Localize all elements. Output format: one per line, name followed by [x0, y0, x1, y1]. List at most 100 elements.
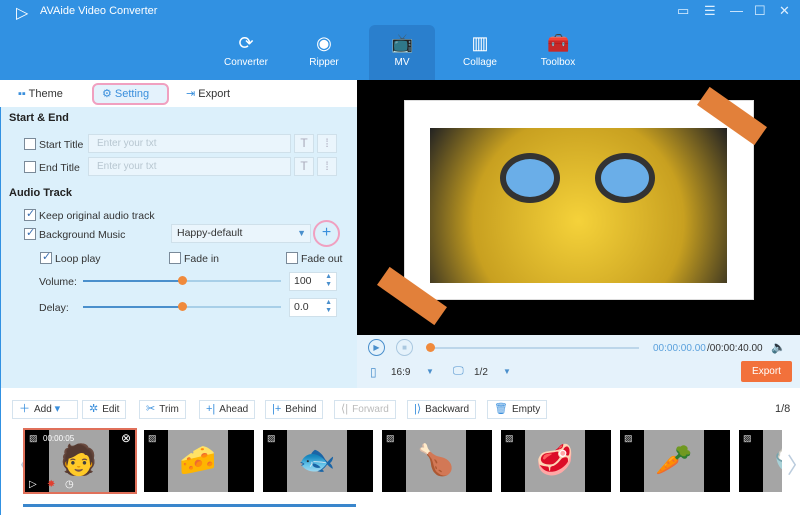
start-title-input[interactable]: Enter your txt: [88, 134, 291, 153]
button-label: Edit: [102, 404, 120, 415]
button-label: Backward: [425, 404, 470, 415]
image-icon: ▨: [624, 433, 633, 443]
backward-button[interactable]: |⟩ Backward: [407, 400, 477, 419]
export-button[interactable]: Export: [741, 361, 792, 382]
volume-stepper[interactable]: 100 ▲ ▼: [289, 272, 337, 291]
position-icon[interactable]: ⁞: [317, 157, 337, 176]
stepper-arrows-icon[interactable]: ▲ ▼: [325, 273, 332, 289]
text-style-icon[interactable]: T: [294, 157, 314, 176]
button-label: Trim: [159, 404, 179, 415]
volume-label: Volume:: [39, 276, 77, 288]
trash-icon: 🗑: [494, 403, 508, 415]
clock-icon[interactable]: ◷: [65, 479, 74, 490]
timeline-scrollbar[interactable]: [23, 504, 356, 507]
button-label: Forward: [352, 404, 389, 415]
image-icon: ▨: [743, 433, 752, 443]
text-style-icon[interactable]: T: [294, 134, 314, 153]
music-select[interactable]: Happy-default ▼: [171, 224, 311, 243]
clip-thumbnail[interactable]: 🐟 ▨: [263, 430, 373, 492]
glasses-right: [595, 153, 655, 203]
empty-button[interactable]: 🗑 Empty: [487, 400, 548, 419]
minimize-icon[interactable]: —: [730, 3, 743, 18]
keep-original-checkbox[interactable]: [24, 207, 36, 221]
delay-slider[interactable]: [83, 302, 281, 311]
fade-out-label: Fade out: [301, 253, 343, 265]
forward-icon: ⟨|: [341, 403, 349, 415]
panel-tabs: ▪▪ Theme ⚙ Setting ⇥ Export: [0, 80, 357, 107]
edit-button[interactable]: ✲ Edit: [82, 400, 127, 419]
end-title-checkbox[interactable]: [24, 161, 36, 173]
page-indicator: 1/8: [775, 403, 791, 415]
tab-label: Setting: [114, 88, 150, 100]
behind-button[interactable]: |+ Behind: [265, 400, 324, 419]
app-logo-icon: ▷: [16, 5, 29, 22]
effect-icon[interactable]: ✸: [47, 479, 55, 490]
background-music-checkbox[interactable]: [24, 226, 36, 240]
aspect-ratio-dropdown-icon[interactable]: ▼: [426, 367, 434, 376]
image-icon: ▨: [505, 433, 514, 443]
background-music-label: Background Music: [39, 229, 126, 241]
screen-dropdown-icon[interactable]: ▼: [503, 367, 511, 376]
nav-toolbox[interactable]: 🧰 Toolbox: [525, 25, 591, 80]
tab-export[interactable]: ⇥ Export: [178, 83, 238, 105]
button-label: Ahead: [219, 404, 249, 415]
end-title-input[interactable]: Enter your txt: [88, 157, 291, 176]
fade-out-checkbox[interactable]: [286, 252, 298, 264]
clip-image: 🍚: [763, 430, 782, 492]
clip-thumbnail[interactable]: 🥕 ▨: [620, 430, 730, 492]
seek-handle[interactable]: [426, 343, 435, 352]
delay-slider-handle[interactable]: [178, 302, 187, 311]
remove-clip-icon[interactable]: ⊗: [121, 431, 131, 445]
clip-thumbnail[interactable]: 🧑 ▨ 00:00:05 ⊗ ▷ ✸ ◷: [23, 428, 137, 494]
stepper-arrows-icon[interactable]: ▲ ▼: [325, 299, 332, 315]
aspect-ratio-value[interactable]: 16:9: [391, 367, 410, 378]
menu-icon[interactable]: ☰: [704, 3, 716, 19]
clip-image: 🥩: [525, 430, 585, 492]
tab-theme[interactable]: ▪▪ Theme: [10, 83, 71, 105]
player-controls: ▶ ■ 00:00:00.00/00:00:40.00 🔈 ▯ 16:9 ▼ 🖵…: [357, 335, 800, 388]
delay-stepper[interactable]: 0.0 ▲ ▼: [289, 298, 337, 317]
seek-bar[interactable]: [426, 343, 639, 352]
forward-button[interactable]: ⟨| Forward: [334, 400, 396, 419]
ahead-button[interactable]: +| Ahead: [199, 400, 256, 419]
fade-in-checkbox[interactable]: [169, 252, 181, 264]
play-button[interactable]: ▶: [368, 339, 385, 356]
clip-thumbnail[interactable]: 🍚▨: [739, 430, 782, 492]
volume-icon[interactable]: 🔈: [771, 340, 786, 354]
nav-ripper[interactable]: ◉ Ripper: [291, 25, 357, 80]
trim-button[interactable]: ✂ Trim: [139, 400, 186, 419]
nav-collage[interactable]: ▥ Collage: [447, 25, 513, 80]
fade-in-label: Fade in: [184, 253, 220, 265]
aspect-ratio-icon: ▯: [370, 365, 377, 379]
screen-value[interactable]: 1/2: [474, 367, 488, 378]
maximize-icon[interactable]: ☐: [754, 3, 766, 19]
scroll-right-icon[interactable]: 〉: [787, 448, 800, 480]
add-music-button[interactable]: +: [313, 220, 340, 247]
play-clip-icon[interactable]: ▷: [29, 479, 37, 490]
collage-icon: ▥: [471, 33, 489, 53]
tab-setting[interactable]: ⚙ Setting: [92, 83, 169, 105]
volume-slider[interactable]: [83, 276, 281, 285]
start-title-checkbox[interactable]: [24, 138, 36, 150]
position-icon[interactable]: ⁞: [317, 134, 337, 153]
app-title: AVAide Video Converter: [40, 5, 158, 17]
clip-thumbnail[interactable]: 🧀 ▨: [144, 430, 254, 492]
gear-icon: ⚙: [102, 88, 115, 100]
clip-thumbnail[interactable]: 🍗 ▨: [382, 430, 492, 492]
volume-slider-handle[interactable]: [178, 276, 187, 285]
monitor-icon: 🖵: [453, 365, 464, 377]
clip-image: 🥕: [644, 430, 704, 492]
mv-icon: 📺: [391, 33, 414, 53]
add-button[interactable]: ＋ Add ▾: [12, 400, 78, 419]
close-icon[interactable]: ✕: [779, 3, 790, 19]
grid-icon: ▪▪: [18, 88, 29, 100]
feedback-icon[interactable]: ▭: [677, 3, 689, 19]
loop-play-checkbox[interactable]: [40, 250, 52, 264]
toolbox-icon: 🧰: [547, 33, 570, 53]
export-icon: ⇥: [186, 88, 199, 100]
volume-value: 100: [294, 275, 312, 287]
nav-mv[interactable]: 📺 MV: [369, 25, 435, 80]
stop-button[interactable]: ■: [396, 339, 413, 356]
nav-converter[interactable]: ⟳ Converter: [213, 25, 279, 80]
clip-thumbnail[interactable]: 🥩 ▨: [501, 430, 611, 492]
